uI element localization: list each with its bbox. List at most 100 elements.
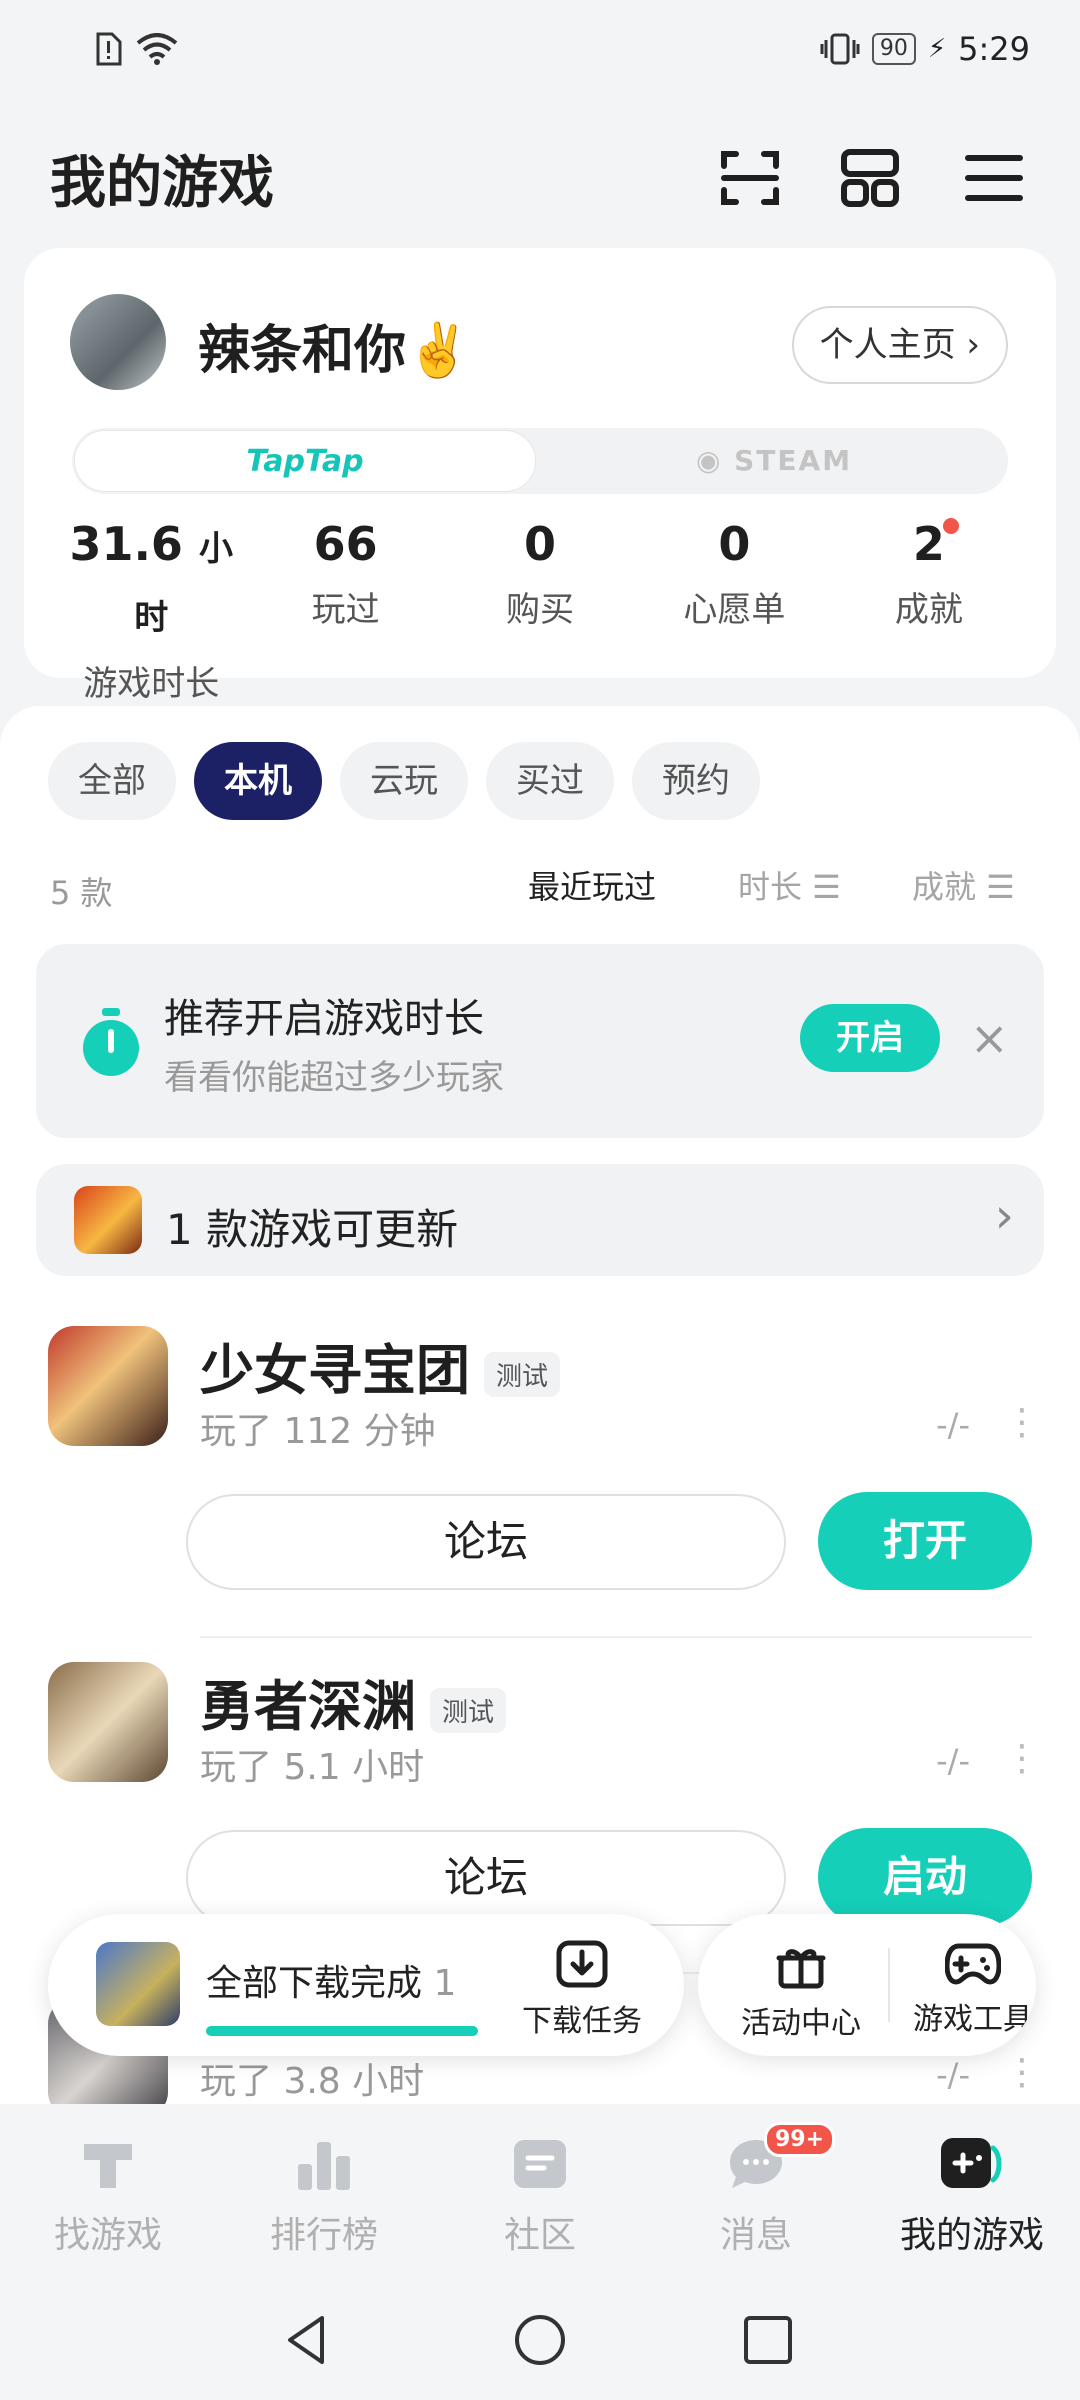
notification-dot bbox=[942, 518, 959, 534]
playtime-tip: 推荐开启游戏时长 看看你能超过多少玩家 开启 × bbox=[36, 944, 1044, 1138]
tab-label: 社区 bbox=[503, 2215, 576, 2256]
sort-recent[interactable]: 最近玩过 bbox=[528, 862, 656, 908]
play-time: 玩了 112 分钟 bbox=[200, 1411, 436, 1452]
tip-subtitle: 看看你能超过多少玩家 bbox=[164, 1058, 504, 1098]
layout-grid-icon[interactable] bbox=[838, 146, 902, 210]
home-icon[interactable] bbox=[510, 2310, 570, 2370]
tab-steam[interactable]: ◉ STEAM bbox=[540, 428, 1008, 494]
play-time: 玩了 5.1 小时 bbox=[200, 1747, 425, 1788]
chip-local[interactable]: 本机 bbox=[194, 742, 322, 820]
tab-taptap[interactable]: TapTap bbox=[74, 430, 536, 492]
game-icon[interactable] bbox=[48, 1326, 168, 1446]
tab-community[interactable]: 社区 bbox=[432, 2104, 648, 2280]
filter-chips: 全部 本机 云玩 买过 预约 bbox=[48, 742, 760, 820]
clock: 5:29 bbox=[958, 30, 1030, 68]
open-game-button[interactable]: 打开 bbox=[818, 1492, 1032, 1590]
stat-played[interactable]: 66 玩过 bbox=[248, 512, 442, 662]
battery-indicator: 90 bbox=[871, 33, 916, 65]
stat-label: 成就 bbox=[894, 590, 963, 630]
tab-my-games[interactable]: 我的游戏 bbox=[864, 2104, 1080, 2280]
game-tools-label: 游戏工具 bbox=[913, 2002, 1033, 2037]
tab-find-games[interactable]: 找游戏 bbox=[0, 2104, 216, 2280]
stat-wishlist[interactable]: 0 心愿单 bbox=[637, 512, 831, 662]
play-time: 玩了 3.8 小时 bbox=[200, 2061, 425, 2102]
enable-playtime-button[interactable]: 开启 bbox=[800, 1004, 940, 1072]
download-tasks-label: 下载任务 bbox=[522, 2004, 642, 2039]
update-banner[interactable]: 1 款游戏可更新 › bbox=[36, 1164, 1044, 1276]
quick-actions-pill: 活动中心 游戏工具 bbox=[698, 1914, 1036, 2056]
more-options-icon[interactable]: ⋮ bbox=[1004, 1738, 1040, 1779]
chip-reserved[interactable]: 预约 bbox=[632, 742, 760, 820]
unread-badge: 99+ bbox=[764, 2122, 836, 2157]
community-icon bbox=[514, 2140, 566, 2188]
gamepad-icon bbox=[944, 1943, 1002, 1985]
game-item: 少女寻宝团 测试 玩了 112 分钟 -/- ⋮ 论坛 打开 bbox=[0, 1326, 1080, 1662]
wifi-icon bbox=[136, 33, 178, 65]
chevron-right-icon: › bbox=[994, 1188, 1014, 1244]
download-status-pill[interactable]: 全部下载完成 1 下载任务 bbox=[48, 1914, 684, 2056]
close-icon[interactable]: × bbox=[970, 1004, 1009, 1072]
sort-achievements[interactable]: 成就 ☰ bbox=[912, 862, 1015, 908]
steam-label: STEAM bbox=[734, 444, 853, 477]
tip-title: 推荐开启游戏时长 bbox=[164, 996, 484, 1042]
activity-center-button[interactable]: 活动中心 bbox=[716, 1940, 886, 2042]
taptap-icon bbox=[84, 2144, 132, 2188]
stat-achievements[interactable]: 2 成就 bbox=[832, 512, 1026, 662]
chip-bought[interactable]: 买过 bbox=[486, 742, 614, 820]
tab-label: 找游戏 bbox=[53, 2215, 162, 2256]
gift-icon bbox=[776, 1949, 826, 1989]
tab-label: 我的游戏 bbox=[899, 2215, 1044, 2256]
stat-value: 0 bbox=[524, 517, 557, 571]
stat-play-time[interactable]: 31.6 小时 游戏时长 bbox=[54, 512, 248, 704]
system-nav-bar bbox=[0, 2280, 1080, 2400]
stopwatch-icon bbox=[83, 1008, 139, 1076]
profile-card: 辣条和你✌️ 个人主页 › TapTap ◉ STEAM 31.6 小时 游戏时… bbox=[24, 248, 1056, 704]
back-icon[interactable] bbox=[278, 2310, 338, 2370]
game-tools-button[interactable]: 游戏工具 bbox=[888, 1940, 1036, 2038]
stat-label: 购买 bbox=[506, 590, 575, 630]
more-options-icon[interactable]: ⋮ bbox=[1004, 2052, 1040, 2093]
launch-game-button[interactable]: 启动 bbox=[818, 1828, 1032, 1926]
chip-cloud[interactable]: 云玩 bbox=[340, 742, 468, 820]
scan-icon[interactable] bbox=[718, 146, 782, 210]
rating: -/- bbox=[936, 1406, 970, 1444]
game-list-panel: 全部 本机 云玩 买过 预约 5 款 最近玩过 时长 ☰ 成就 ☰ 推荐开启游戏… bbox=[0, 706, 1080, 2118]
download-tasks-button[interactable]: 下载任务 bbox=[512, 1940, 652, 2040]
page-header: 我的游戏 bbox=[50, 138, 1030, 218]
profile-stats: 31.6 小时 游戏时长 66 玩过 0 购买 0 心愿单 2 成就 bbox=[54, 512, 1026, 704]
game-thumbnail bbox=[96, 1942, 180, 2026]
sim-alert-icon bbox=[96, 32, 122, 66]
steam-icon: ◉ bbox=[695, 444, 735, 477]
stat-value: 66 bbox=[313, 517, 378, 571]
tab-messages[interactable]: 99+ 消息 bbox=[648, 2104, 864, 2280]
bottom-tab-bar: 找游戏 排行榜 社区 99+ 消息 我的游戏 bbox=[0, 2104, 1080, 2280]
page-title: 我的游戏 bbox=[50, 151, 274, 216]
rankings-icon bbox=[298, 2142, 350, 2190]
profile-home-button[interactable]: 个人主页 › bbox=[791, 306, 1008, 384]
game-name: 勇者深渊 bbox=[200, 1675, 416, 1738]
activity-center-label: 活动中心 bbox=[741, 2006, 861, 2041]
sort-duration[interactable]: 时长 ☰ bbox=[738, 862, 841, 908]
more-options-icon[interactable]: ⋮ bbox=[1004, 1402, 1040, 1443]
download-status: 全部下载完成 bbox=[206, 1963, 423, 2004]
game-count: 5 款 bbox=[50, 874, 113, 912]
stat-purchased[interactable]: 0 购买 bbox=[443, 512, 637, 662]
my-games-icon bbox=[941, 2138, 1002, 2188]
avatar[interactable] bbox=[70, 294, 166, 390]
forum-button[interactable]: 论坛 bbox=[186, 1494, 786, 1590]
stat-label: 心愿单 bbox=[683, 590, 786, 630]
status-bar: 90 ⚡ 5:29 bbox=[0, 0, 1080, 104]
username: 辣条和你✌️ bbox=[198, 321, 471, 381]
download-progress-bar bbox=[206, 2026, 478, 2036]
update-text: 1 款游戏可更新 bbox=[166, 1205, 459, 1254]
game-icon[interactable] bbox=[48, 1662, 168, 1782]
download-icon bbox=[556, 1940, 608, 1988]
tab-rankings[interactable]: 排行榜 bbox=[216, 2104, 432, 2280]
stat-label: 玩过 bbox=[311, 590, 380, 630]
forum-button[interactable]: 论坛 bbox=[186, 1830, 786, 1926]
recents-icon[interactable] bbox=[738, 2310, 798, 2370]
chip-all[interactable]: 全部 bbox=[48, 742, 176, 820]
tab-label: 消息 bbox=[719, 2215, 792, 2256]
menu-icon[interactable] bbox=[962, 146, 1026, 210]
rating: -/- bbox=[936, 2056, 970, 2094]
